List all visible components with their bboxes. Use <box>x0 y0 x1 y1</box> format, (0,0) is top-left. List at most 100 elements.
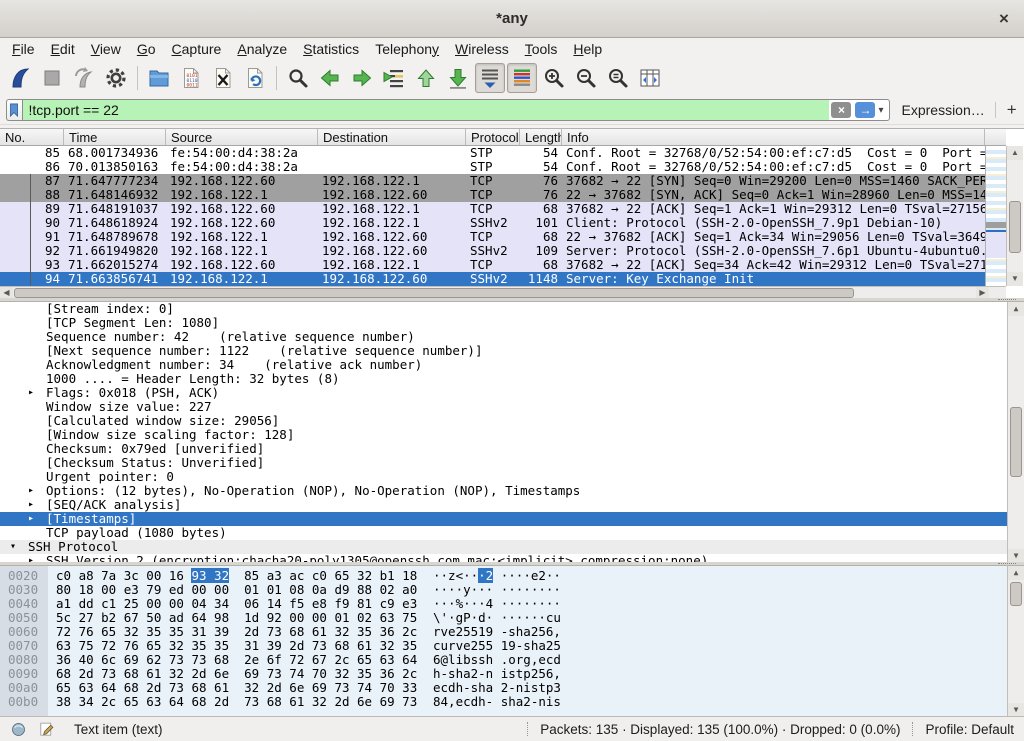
zoom-out-button[interactable] <box>571 63 601 93</box>
hex-ascii[interactable]: ··z<···2 ····e2·· <box>433 569 561 583</box>
hex-row-0050[interactable]: 00505c 27 b2 67 50 ad 64 98 1d 92 00 00 … <box>0 611 1006 625</box>
filter-add-button[interactable]: + <box>1005 100 1018 120</box>
detail-row[interactable]: ▸[SEQ/ACK analysis] <box>0 498 1024 512</box>
column-header-time[interactable]: Time <box>64 129 166 146</box>
scroll-up-icon[interactable]: ▲ <box>1007 146 1023 160</box>
menu-view[interactable]: View <box>83 40 129 58</box>
hex-bytes[interactable]: 68 2d 73 68 61 32 2d 6e 69 73 74 70 32 3… <box>56 667 417 681</box>
packet-list-hscroll-thumb[interactable] <box>14 288 854 298</box>
detail-row[interactable]: Checksum: 0x79ed [unverified] <box>0 442 1024 456</box>
close-file-button[interactable] <box>208 63 238 93</box>
detail-row[interactable]: 1000 .... = Header Length: 32 bytes (8) <box>0 372 1024 386</box>
detail-row[interactable]: ▸SSH Version 2 (encryption:chacha20-poly… <box>0 554 1024 562</box>
column-header-protocol[interactable]: Protocol <box>466 129 520 146</box>
detail-row[interactable]: Acknowledgment number: 34 (relative ack … <box>0 358 1024 372</box>
go-first-button[interactable] <box>411 63 441 93</box>
hex-ascii[interactable]: rve25519 -sha256, <box>433 625 561 639</box>
start-capture-button[interactable] <box>5 63 35 93</box>
expression-button[interactable]: Expression… <box>902 102 985 118</box>
packet-row-90[interactable]: 9071.648618924192.168.122.60192.168.122.… <box>0 216 985 230</box>
expander-open-icon[interactable]: ▾ <box>10 540 16 554</box>
hex-bytes[interactable]: 36 40 6c 69 62 73 73 68 2e 6f 72 67 2c 6… <box>56 653 417 667</box>
auto-scroll-button[interactable] <box>475 63 505 93</box>
menu-telephony[interactable]: Telephony <box>367 40 447 58</box>
hex-row-0090[interactable]: 009068 2d 73 68 61 32 2d 6e 69 73 74 70 … <box>0 667 1006 681</box>
hex-ascii[interactable]: ····y··· ········ <box>433 583 561 597</box>
expander-closed-icon[interactable]: ▸ <box>28 386 34 400</box>
scroll-up-icon[interactable]: ▲ <box>1008 302 1024 316</box>
packet-row-86[interactable]: 8670.013850163fe:54:00:d4:38:2aSTP54Conf… <box>0 160 985 174</box>
hex-row-0040[interactable]: 0040a1 dd c1 25 00 00 04 34 06 14 f5 e8 … <box>0 597 1006 611</box>
bytes-vscrollbar[interactable]: ▲ ▼ <box>1007 566 1024 716</box>
menu-file[interactable]: File <box>4 40 43 58</box>
expander-closed-icon[interactable]: ▸ <box>28 554 34 562</box>
hex-ascii[interactable]: ···%···4 ········ <box>433 597 561 611</box>
hex-bytes[interactable]: 38 34 2c 65 63 64 68 2d 73 68 61 32 2d 6… <box>56 695 417 709</box>
hex-ascii[interactable]: 84,ecdh- sha2-nis <box>433 695 561 709</box>
detail-row[interactable]: [Calculated window size: 29056] <box>0 414 1024 428</box>
detail-row[interactable]: ▸Options: (12 bytes), No-Operation (NOP)… <box>0 484 1024 498</box>
packet-row-94[interactable]: 9471.663856741192.168.122.1192.168.122.6… <box>0 272 985 286</box>
scroll-up-icon[interactable]: ▲ <box>1008 566 1024 580</box>
capture-options-button[interactable] <box>101 63 131 93</box>
expander-closed-icon[interactable]: ▸ <box>28 512 34 526</box>
find-packet-button[interactable] <box>283 63 313 93</box>
hex-bytes[interactable]: c0 a8 7a 3c 00 16 93 32 85 a3 ac c0 65 3… <box>56 569 417 583</box>
hex-bytes[interactable]: a1 dd c1 25 00 00 04 34 06 14 f5 e8 f9 8… <box>56 597 417 611</box>
scroll-down-icon[interactable]: ▼ <box>1008 703 1024 716</box>
reload-file-button[interactable] <box>240 63 270 93</box>
packet-list-minimap[interactable] <box>985 146 1006 286</box>
hex-row-0060[interactable]: 006072 76 65 32 35 35 31 39 2d 73 68 61 … <box>0 625 1006 639</box>
hex-bytes[interactable]: 63 75 72 76 65 32 35 35 31 39 2d 73 68 6… <box>56 639 417 653</box>
scroll-down-icon[interactable]: ▼ <box>1008 549 1024 562</box>
hex-bytes[interactable]: 80 18 00 e3 79 ed 00 00 01 01 08 0a d9 8… <box>56 583 417 597</box>
detail-row[interactable]: [Stream index: 0] <box>0 302 1024 316</box>
restart-capture-button[interactable] <box>69 63 99 93</box>
capture-comment-button[interactable] <box>38 720 56 738</box>
expander-closed-icon[interactable]: ▸ <box>28 484 34 498</box>
filter-bookmark-button[interactable] <box>6 99 22 121</box>
display-filter-input[interactable] <box>23 100 830 120</box>
menu-wireless[interactable]: Wireless <box>447 40 517 58</box>
packet-row-92[interactable]: 9271.661949820192.168.122.1192.168.122.6… <box>0 244 985 258</box>
expert-info-button[interactable] <box>10 720 28 738</box>
hex-ascii[interactable]: ecdh-sha 2-nistp3 <box>433 681 561 695</box>
colorize-button[interactable] <box>507 63 537 93</box>
detail-row[interactable]: [Window size scaling factor: 128] <box>0 428 1024 442</box>
go-forward-button[interactable] <box>347 63 377 93</box>
packet-row-89[interactable]: 8971.648191037192.168.122.60192.168.122.… <box>0 202 985 216</box>
hex-row-0080[interactable]: 008036 40 6c 69 62 73 73 68 2e 6f 72 67 … <box>0 653 1006 667</box>
scroll-down-icon[interactable]: ▼ <box>1007 272 1023 286</box>
filter-clear-button[interactable]: × <box>831 102 851 118</box>
column-header-no[interactable]: No. <box>0 129 64 146</box>
hex-row-0070[interactable]: 007063 75 72 76 65 32 35 35 31 39 2d 73 … <box>0 639 1006 653</box>
detail-row[interactable]: Sequence number: 42 (relative sequence n… <box>0 330 1024 344</box>
hex-bytes[interactable]: 65 63 64 68 2d 73 68 61 32 2d 6e 69 73 7… <box>56 681 417 695</box>
detail-row[interactable]: Urgent pointer: 0 <box>0 470 1024 484</box>
hex-ascii[interactable]: h-sha2-n istp256, <box>433 667 561 681</box>
details-vscroll-thumb[interactable] <box>1010 407 1022 477</box>
go-to-packet-button[interactable] <box>379 63 409 93</box>
hex-row-00b0[interactable]: 00b038 34 2c 65 63 64 68 2d 73 68 61 32 … <box>0 695 1006 709</box>
packet-list-vscrollbar[interactable]: ▲ ▼ <box>1006 146 1023 286</box>
expander-closed-icon[interactable]: ▸ <box>28 498 34 512</box>
column-header-destination[interactable]: Destination <box>318 129 466 146</box>
hex-ascii[interactable]: \'·gP·d· ······cu <box>433 611 561 625</box>
menu-go[interactable]: Go <box>129 40 164 58</box>
filter-apply-button[interactable]: → <box>855 102 875 118</box>
filter-dropdown-caret[interactable]: ▾ <box>877 105 888 116</box>
hex-bytes[interactable]: 72 76 65 32 35 35 31 39 2d 73 68 61 32 3… <box>56 625 417 639</box>
menu-statistics[interactable]: Statistics <box>295 40 367 58</box>
column-header-length[interactable]: Length <box>520 129 562 146</box>
packet-row-91[interactable]: 9171.648789678192.168.122.1192.168.122.6… <box>0 230 985 244</box>
hex-row-00a0[interactable]: 00a065 63 64 68 2d 73 68 61 32 2d 6e 69 … <box>0 681 1006 695</box>
packet-row-87[interactable]: 8771.647777234192.168.122.60192.168.122.… <box>0 174 985 188</box>
resize-columns-button[interactable] <box>635 63 665 93</box>
open-file-button[interactable] <box>144 63 174 93</box>
hex-ascii[interactable]: curve255 19-sha25 <box>433 639 561 653</box>
menu-edit[interactable]: Edit <box>43 40 83 58</box>
save-file-button[interactable]: 010101100011 <box>176 63 206 93</box>
detail-row[interactable]: ▸Flags: 0x018 (PSH, ACK) <box>0 386 1024 400</box>
detail-row[interactable]: [TCP Segment Len: 1080] <box>0 316 1024 330</box>
details-vscrollbar[interactable]: ▲ ▼ <box>1007 302 1024 562</box>
